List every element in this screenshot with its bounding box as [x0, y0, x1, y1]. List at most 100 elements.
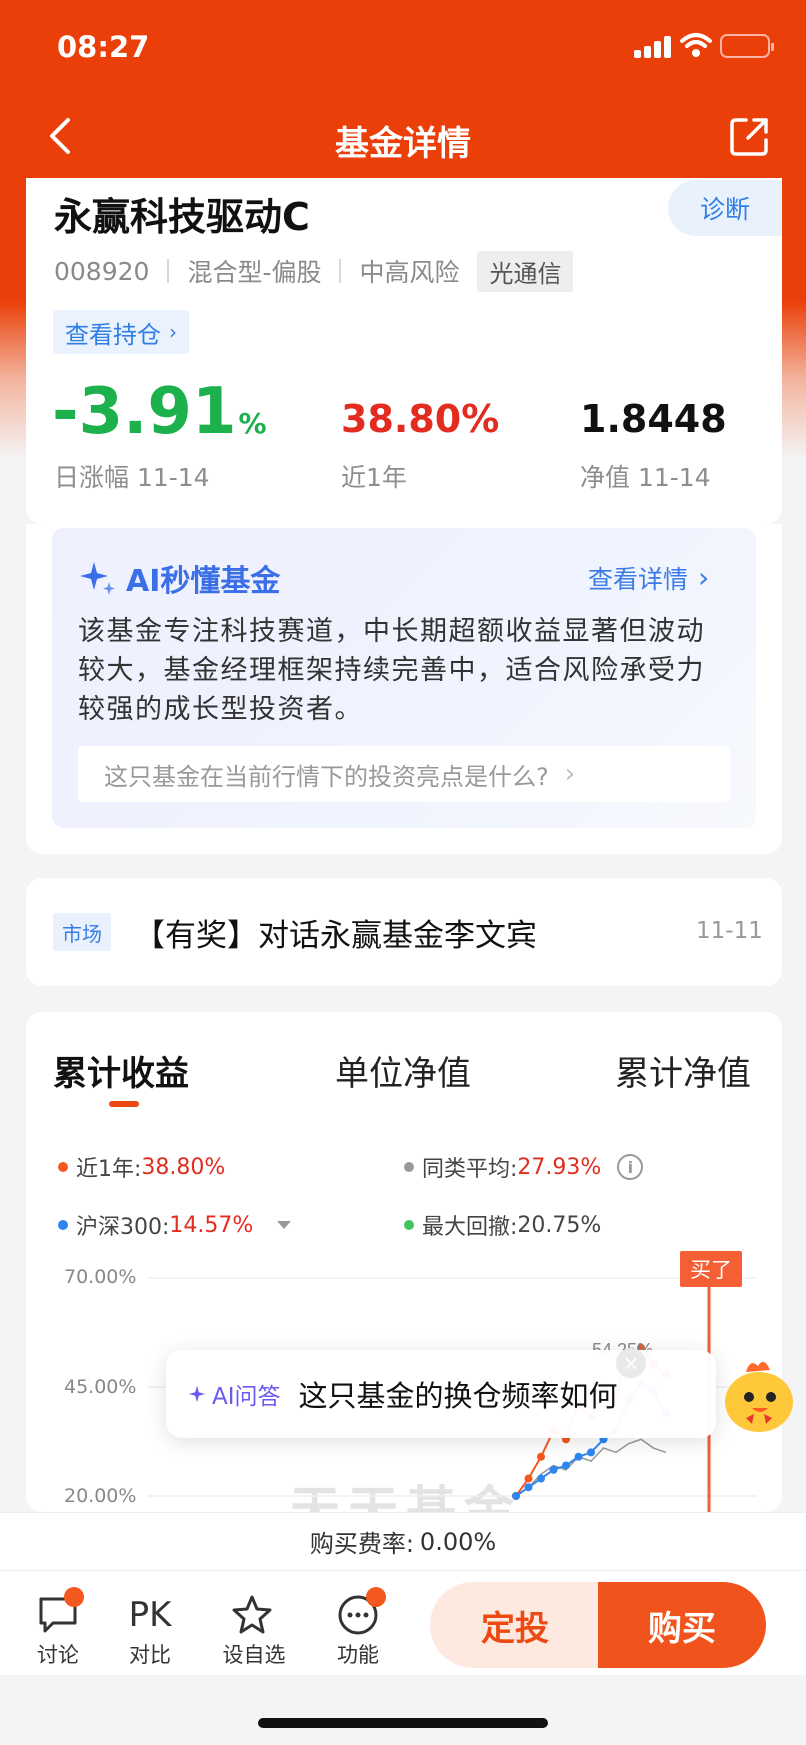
- ai-qa-label-text: AI问答: [212, 1384, 281, 1410]
- data-point: [537, 1474, 545, 1483]
- divider: [167, 259, 170, 283]
- fund-risk: 中高风险: [359, 258, 460, 287]
- legend-fund-value: 38.80%: [141, 1154, 226, 1180]
- buy-button[interactable]: 购买: [598, 1582, 766, 1668]
- chevron-right-icon: ›: [169, 320, 177, 344]
- news-date: 11-11: [696, 918, 763, 944]
- discuss-button[interactable]: 讨论: [16, 1587, 100, 1669]
- bought-marker: 买了: [680, 1251, 742, 1287]
- view-details-link[interactable]: 查看详情 ›: [588, 560, 709, 596]
- compare-label: 对比: [129, 1643, 171, 1667]
- status-bar: 08:27: [0, 0, 806, 96]
- legend-fund-label: 近1年:: [76, 1157, 142, 1182]
- legend-fund: 近1年: 38.80%: [58, 1151, 225, 1183]
- legend-dot: [58, 1162, 68, 1172]
- percent-unit: %: [238, 407, 267, 440]
- mascot-icon[interactable]: [716, 1352, 802, 1438]
- functions-button[interactable]: 功能: [316, 1587, 400, 1669]
- data-point: [574, 1452, 583, 1461]
- ai-qa-bubble[interactable]: AI问答 这只基金的换仓频率如何 ×: [166, 1348, 716, 1438]
- legend-peer-label: 同类平均:: [422, 1157, 518, 1182]
- legend-drawdown-value: 20.75%: [517, 1212, 602, 1238]
- page-title: 基金详情: [335, 124, 471, 164]
- sparkle-icon: [188, 1385, 206, 1403]
- auto-invest-button[interactable]: 定投: [430, 1582, 600, 1668]
- fund-code: 008920: [54, 256, 150, 286]
- tab-unit-nav[interactable]: 单位净值: [335, 1046, 471, 1095]
- legend-dot: [404, 1162, 414, 1172]
- notification-badge: [366, 1587, 386, 1607]
- purchase-fee-bar: 购买费率: 0.00%: [0, 1512, 806, 1570]
- legend-max-drawdown: 最大回撤: 20.75%: [404, 1209, 601, 1241]
- ai-summary-text: 该基金专注科技赛道，中长期超额收益显著但波动较大，基金经理框架持续完善中，适合风…: [78, 616, 705, 725]
- fee-label: 购买费率:: [309, 1530, 414, 1558]
- functions-label: 功能: [337, 1643, 379, 1667]
- battery-icon: [720, 34, 774, 58]
- nav-bar: 基金详情: [0, 100, 806, 178]
- divider: [339, 259, 342, 283]
- one-year-return: 38.80%: [341, 397, 500, 441]
- legend-index[interactable]: 沪深300: 14.57%: [58, 1209, 292, 1241]
- legend-index-label: 沪深300:: [76, 1215, 170, 1240]
- nav-value: 1.8448: [580, 397, 727, 441]
- sparkle-icon: [80, 562, 115, 595]
- daily-change-value: -3.91%: [52, 380, 267, 444]
- fund-name: 永赢科技驱动C: [54, 195, 310, 239]
- fund-meta: 008920 混合型-偏股 中高风险 光通信: [54, 250, 574, 292]
- data-point: [537, 1452, 545, 1461]
- data-point: [587, 1448, 595, 1457]
- nav-label: 净值 11-14: [580, 463, 711, 492]
- active-tab-indicator: [109, 1101, 139, 1107]
- close-icon[interactable]: ×: [616, 1348, 646, 1378]
- ai-summary-title: AI秒懂基金: [78, 556, 280, 600]
- ai-question-text: 这只基金在当前行情下的投资亮点是什么?: [104, 762, 549, 791]
- legend-peer-average: 同类平均: 27.93% i: [404, 1151, 644, 1183]
- notification-badge: [64, 1587, 84, 1607]
- discuss-label: 讨论: [37, 1643, 79, 1667]
- peer-average-line: [515, 1438, 667, 1497]
- daily-change-label: 日涨幅 11-14: [54, 463, 210, 492]
- watchlist-label: 设自选: [222, 1643, 286, 1667]
- ai-suggested-question[interactable]: 这只基金在当前行情下的投资亮点是什么? ›: [78, 746, 730, 802]
- view-details-label: 查看详情: [588, 565, 689, 594]
- one-year-label: 近1年: [341, 463, 407, 492]
- pk-icon: PK: [128, 1595, 172, 1635]
- home-indicator[interactable]: [258, 1718, 548, 1728]
- info-icon[interactable]: i: [617, 1154, 644, 1180]
- ai-qa-question: 这只基金的换仓频率如何: [298, 1379, 618, 1413]
- home-area: [0, 1675, 806, 1745]
- star-icon: [232, 1595, 272, 1634]
- share-icon[interactable]: [728, 114, 772, 158]
- compare-button[interactable]: PK 对比: [108, 1591, 192, 1669]
- legend-dot: [58, 1220, 68, 1230]
- ai-summary-title-text: AI秒懂基金: [126, 564, 281, 599]
- diagnose-button[interactable]: 诊断: [668, 180, 782, 236]
- legend-dot: [404, 1220, 414, 1230]
- news-tag: 市场: [53, 913, 111, 951]
- chevron-right-icon: ›: [564, 759, 576, 789]
- news-title[interactable]: 【有奖】对话永赢基金李文宾: [134, 910, 537, 955]
- legend-peer-value: 27.93%: [517, 1154, 602, 1180]
- legend-drawdown-label: 最大回撤:: [422, 1215, 518, 1240]
- data-point: [524, 1474, 533, 1483]
- tab-cumulative-return[interactable]: 累计收益: [53, 1046, 189, 1095]
- chevron-right-icon: ›: [698, 561, 710, 594]
- legend-index-value: 14.57%: [169, 1212, 254, 1238]
- data-point: [512, 1492, 520, 1500]
- data-point: [562, 1461, 570, 1470]
- tab-cumulative-nav[interactable]: 累计净值: [615, 1046, 751, 1095]
- daily-change-number: -3.91: [52, 375, 237, 449]
- view-holdings-link[interactable]: 查看持仓 ›: [53, 310, 189, 354]
- fund-type: 混合型-偏股: [187, 258, 322, 287]
- data-point: [549, 1465, 558, 1474]
- wifi-icon: [680, 33, 712, 57]
- signal-icon: [634, 36, 674, 58]
- ai-qa-label: AI问答: [188, 1377, 281, 1411]
- add-watchlist-button[interactable]: 设自选: [212, 1591, 296, 1669]
- status-time: 08:27: [57, 30, 150, 64]
- data-point: [524, 1483, 533, 1492]
- fee-value: 0.00%: [419, 1527, 497, 1556]
- holdings-link-label: 查看持仓: [65, 320, 161, 349]
- dropdown-triangle-icon: [277, 1221, 292, 1229]
- theme-tag[interactable]: 光通信: [477, 250, 574, 292]
